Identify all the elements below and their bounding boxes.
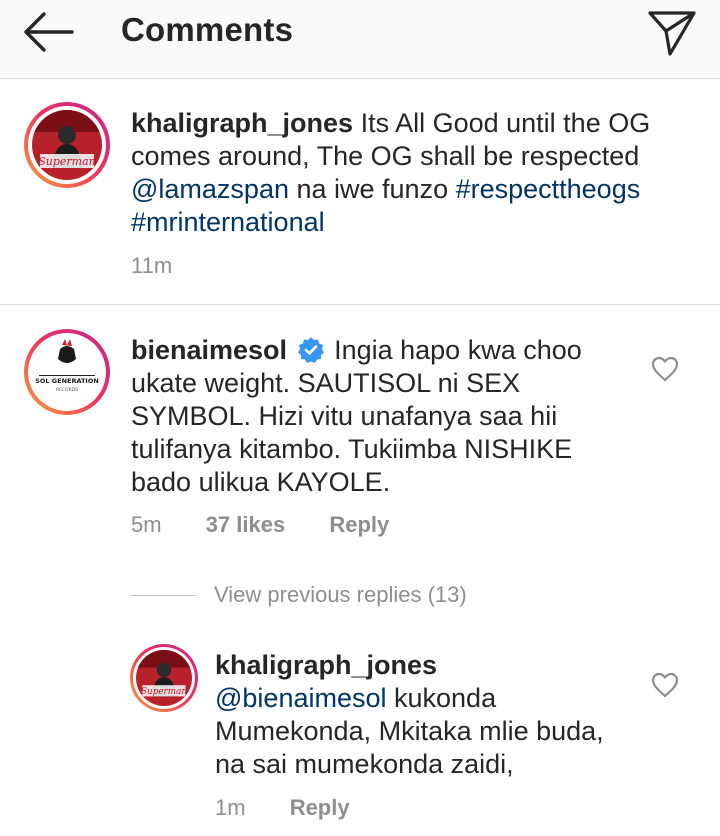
avatar-image: SOL GENERATION RECORDS [32, 337, 102, 407]
comment-timestamp: 5m [131, 512, 162, 537]
avatar-image: Superman [32, 110, 102, 180]
caption-hashtag-2[interactable]: #mrinternational [131, 207, 325, 237]
view-previous-replies[interactable]: View previous replies (13) [130, 578, 467, 612]
view-previous-replies-label[interactable]: View previous replies (13) [214, 582, 467, 608]
page-title: Comments [121, 11, 294, 48]
reply-text: khaligraph_jones @bienaimesol kukonda Mum… [215, 649, 635, 781]
comment-meta: 5m 37 likes Reply [131, 512, 389, 538]
top-bar: Comments [0, 0, 720, 79]
replies-divider [130, 594, 196, 596]
comment-avatar[interactable]: SOL GENERATION RECORDS [24, 329, 110, 415]
share-button[interactable] [642, 4, 702, 60]
caption-section: Superman khaligraph_jones Its All Good u… [0, 79, 720, 305]
caption-timestamp: 11m [131, 253, 173, 278]
caption-username[interactable]: khaligraph_jones [131, 108, 353, 138]
like-heart-icon[interactable] [650, 670, 680, 700]
avatar-logo-text: Superman [141, 687, 187, 697]
avatar-logo-text: SOL GENERATION [35, 377, 99, 385]
caption-body-2: na iwe funzo [288, 174, 456, 204]
reply-avatar[interactable]: Superman [130, 644, 198, 712]
comment-likes[interactable]: 37 likes [206, 512, 286, 538]
caption-text: khaligraph_jones Its All Good until the … [131, 107, 651, 239]
back-button[interactable] [14, 6, 82, 58]
comment-reply-button[interactable]: Reply [329, 512, 389, 538]
reply-meta: 1m Reply [215, 795, 350, 821]
like-heart-icon[interactable] [650, 354, 680, 384]
reply-mention[interactable]: @bienaimesol [215, 683, 387, 713]
caption-mention[interactable]: @lamazspan [131, 174, 289, 204]
comment-username[interactable]: bienaimesol [131, 335, 287, 365]
avatar-image: Superman [136, 650, 192, 706]
reply-timestamp: 1m [215, 795, 246, 820]
paper-plane-icon [648, 11, 696, 56]
avatar-logo-text: Superman [38, 155, 96, 168]
comment-text: bienaimesol Ingia hapo kwa choo ukate we… [131, 334, 601, 499]
caption-hashtag-1[interactable]: #respecttheogs [456, 174, 641, 204]
verified-badge-icon [297, 337, 324, 363]
arrow-left-icon [24, 12, 74, 52]
reply-username[interactable]: khaligraph_jones [215, 650, 437, 680]
reply-reply-button[interactable]: Reply [290, 795, 350, 821]
avatar-logo-subtext: RECORDS [56, 387, 78, 393]
caption-meta: 11m [131, 253, 172, 279]
avatar[interactable]: Superman [24, 102, 110, 188]
